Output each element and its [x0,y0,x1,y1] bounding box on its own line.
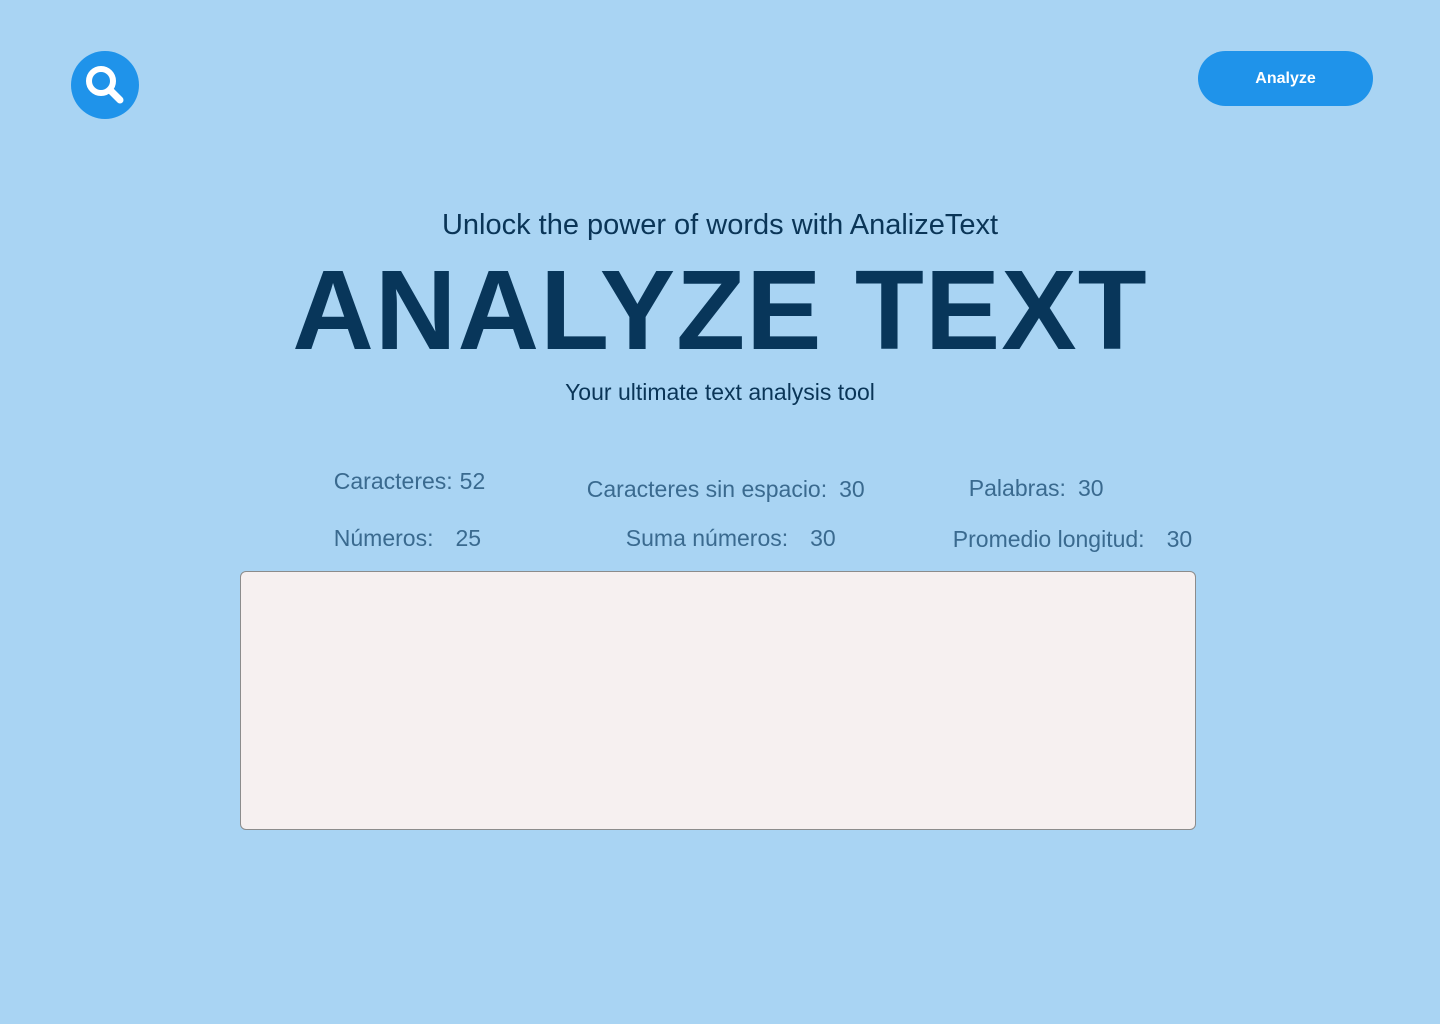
logo-search-icon [71,51,139,119]
search-icon [86,66,124,104]
stat-numeros: Números: 25 [321,493,481,553]
tagline: Unlock the power of words with AnalizeTe… [441,209,999,241]
text-input[interactable] [240,571,1196,830]
stat-value: 30 [1166,526,1193,552]
stat-caracteres: Caracteres: 52 [321,436,485,496]
stat-value: 30 [839,476,865,502]
stat-label: Promedio longitud: [952,526,1145,552]
stat-suma-numeros: Suma números: 30 [613,493,836,553]
subtitle: Your ultimate text analysis tool [565,379,875,405]
page-title: ANALYZE TEXT [292,247,1148,373]
stat-label: Caracteres: [333,468,453,494]
stat-promedio-longitud: Promedio longitud: 30 [940,494,1192,554]
stat-value: 52 [459,468,486,494]
analyze-button[interactable]: Analyze [1198,51,1373,106]
stat-value: 30 [810,525,836,551]
stat-value: 25 [455,525,482,551]
stat-label: Suma números: [625,525,789,551]
stat-label: Números: [333,525,434,551]
